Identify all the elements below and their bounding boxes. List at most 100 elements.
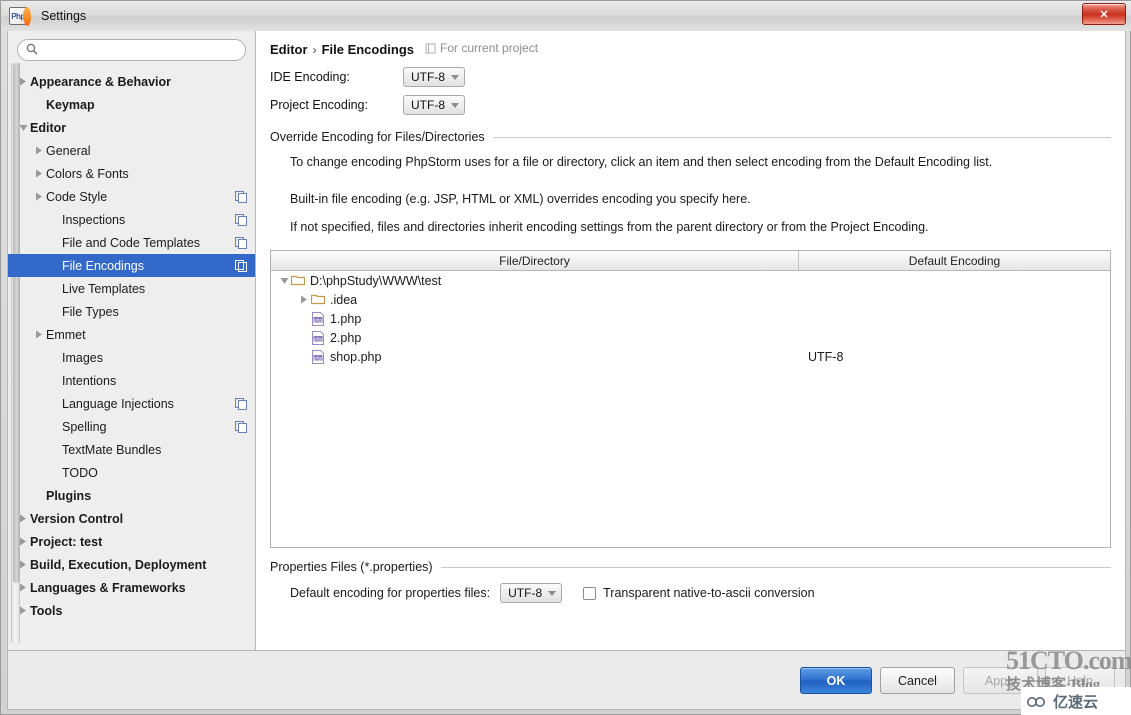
chevron-right-icon[interactable] [16, 560, 30, 569]
table-row[interactable]: php 1.php [271, 309, 1110, 328]
chevron-down-icon[interactable] [277, 277, 291, 285]
close-icon[interactable]: ✕ [1082, 3, 1126, 25]
sidebar-item-label: Spelling [62, 419, 107, 434]
sidebar-item-label: Languages & Frameworks [30, 580, 186, 595]
chevron-right-icon[interactable] [297, 295, 311, 304]
sidebar-item-label: Tools [30, 603, 63, 618]
sidebar-item-label: File and Code Templates [62, 235, 201, 250]
search-container [8, 31, 255, 67]
copy-settings-icon [235, 259, 247, 272]
chevron-right-icon[interactable] [32, 330, 46, 339]
project-encoding-dropdown[interactable]: UTF-8 [403, 95, 465, 115]
sidebar-item-build-execution-deployment[interactable]: Build, Execution, Deployment [8, 553, 255, 576]
sidebar-item-languages-frameworks[interactable]: Languages & Frameworks [8, 576, 255, 599]
window-title: Settings [41, 9, 87, 23]
breadcrumb-parent[interactable]: Editor [270, 42, 308, 57]
search-box[interactable] [17, 39, 246, 61]
sidebar-item-todo[interactable]: TODO [8, 461, 255, 484]
ide-encoding-row: IDE Encoding: UTF-8 [270, 65, 1111, 89]
sidebar-item-images[interactable]: Images [8, 346, 255, 369]
chevron-down-icon [451, 102, 459, 108]
chevron-right-icon[interactable] [16, 583, 30, 592]
sidebar-item-emmet[interactable]: Emmet [8, 323, 255, 346]
chevron-right-icon[interactable] [32, 146, 46, 155]
sidebar-item-label: Plugins [46, 488, 92, 503]
file-name: shop.php [330, 349, 382, 364]
sidebar-item-tools[interactable]: Tools [8, 599, 255, 622]
sidebar-item-version-control[interactable]: Version Control [8, 507, 255, 530]
description-paragraph-2: Built-in file encoding (e.g. JSP, HTML o… [290, 192, 751, 206]
sidebar-item-live-templates[interactable]: Live Templates [8, 277, 255, 300]
sidebar-item-code-style[interactable]: Code Style [8, 185, 255, 208]
table-row[interactable]: .idea [271, 290, 1110, 309]
ide-encoding-dropdown[interactable]: UTF-8 [403, 67, 465, 87]
sidebar-item-textmate-bundles[interactable]: TextMate Bundles [8, 438, 255, 461]
properties-group-title: Properties Files (*.properties) [270, 560, 433, 574]
sidebar-item-inspections[interactable]: Inspections [8, 208, 255, 231]
copy-settings-icon [235, 236, 247, 249]
help-button[interactable]: Help [1045, 667, 1115, 694]
chevron-down-icon [548, 590, 557, 596]
sidebar-item-file-encodings[interactable]: File Encodings [8, 254, 255, 277]
apply-button[interactable]: Apply [963, 667, 1038, 694]
sidebar-item-general[interactable]: General [8, 139, 255, 162]
sidebar-item-label: Colors & Fonts [46, 166, 129, 181]
default-encoding-cell[interactable]: UTF-8 [799, 350, 1110, 364]
page-title: File Encodings [321, 41, 415, 57]
chevron-right-icon[interactable] [16, 537, 30, 546]
scope-indicator: For current project [425, 41, 538, 55]
project-encoding-value: UTF-8 [411, 98, 445, 112]
sidebar-item-label: Code Style [46, 189, 108, 204]
chevron-right-icon[interactable] [16, 606, 30, 615]
sidebar-item-label: Inspections [62, 212, 126, 227]
chevron-right-icon[interactable] [32, 192, 46, 201]
sidebar-item-spelling[interactable]: Spelling [8, 415, 255, 438]
folder-icon [290, 274, 306, 287]
chevron-down-icon[interactable] [16, 124, 30, 132]
sidebar-item-language-injections[interactable]: Language Injections [8, 392, 255, 415]
sidebar-item-label: Intentions [62, 373, 117, 388]
sidebar-item-keymap[interactable]: Keymap [8, 93, 255, 116]
search-icon [26, 43, 38, 58]
folder-icon [310, 293, 326, 306]
sidebar-item-colors-fonts[interactable]: Colors & Fonts [8, 162, 255, 185]
search-input[interactable] [43, 42, 243, 58]
sidebar-item-file-types[interactable]: File Types [8, 300, 255, 323]
table-row[interactable]: D:\phpStudy\WWW\test [271, 271, 1110, 290]
sidebar-item-project-test[interactable]: Project: test [8, 530, 255, 553]
checkbox-box[interactable] [583, 586, 597, 600]
table-row[interactable]: php shop.php UTF-8 [271, 347, 1110, 366]
chevron-right-icon[interactable] [16, 514, 30, 523]
window-titlebar: Php Settings ✕ [1, 1, 1131, 31]
chevron-right-icon[interactable] [32, 169, 46, 178]
encoding-table: File/Directory Default Encoding D:\phpSt… [270, 250, 1111, 548]
php-file-icon: php [311, 350, 325, 364]
svg-text:php: php [314, 317, 323, 323]
table-header: File/Directory Default Encoding [271, 251, 1110, 271]
dialog-footer: OK Cancel Apply Help [7, 651, 1126, 710]
column-header-default-encoding[interactable]: Default Encoding [799, 251, 1110, 271]
phpstorm-icon: Php [9, 7, 31, 26]
copy-settings-icon [235, 420, 247, 433]
description-paragraph-1: To change encoding PhpStorm uses for a f… [290, 155, 993, 169]
table-row[interactable]: php 2.php [271, 328, 1110, 347]
ok-button[interactable]: OK [800, 667, 872, 694]
properties-encoding-dropdown[interactable]: UTF-8 [500, 583, 563, 603]
svg-text:php: php [314, 336, 323, 342]
chevron-right-icon[interactable] [16, 77, 30, 86]
sidebar-item-file-and-code-templates[interactable]: File and Code Templates [8, 231, 255, 254]
settings-sidebar: Appearance & Behavior Keymap Editor General… [8, 31, 256, 650]
sidebar-item-intentions[interactable]: Intentions [8, 369, 255, 392]
sidebar-item-label: Keymap [46, 97, 95, 112]
transparent-conversion-checkbox[interactable]: Transparent native-to-ascii conversion [583, 586, 815, 600]
file-directory-cell: .idea [271, 293, 799, 307]
sidebar-item-appearance-behavior[interactable]: Appearance & Behavior [8, 70, 255, 93]
cancel-button[interactable]: Cancel [880, 667, 955, 694]
sidebar-item-plugins[interactable]: Plugins [8, 484, 255, 507]
sidebar-item-editor[interactable]: Editor [8, 116, 255, 139]
php-file-icon: php [311, 331, 325, 345]
sidebar-item-label: Editor [30, 120, 67, 135]
file-directory-cell: php 1.php [271, 312, 799, 326]
column-header-file-directory[interactable]: File/Directory [271, 251, 799, 271]
sidebar-item-label: Live Templates [62, 281, 146, 296]
